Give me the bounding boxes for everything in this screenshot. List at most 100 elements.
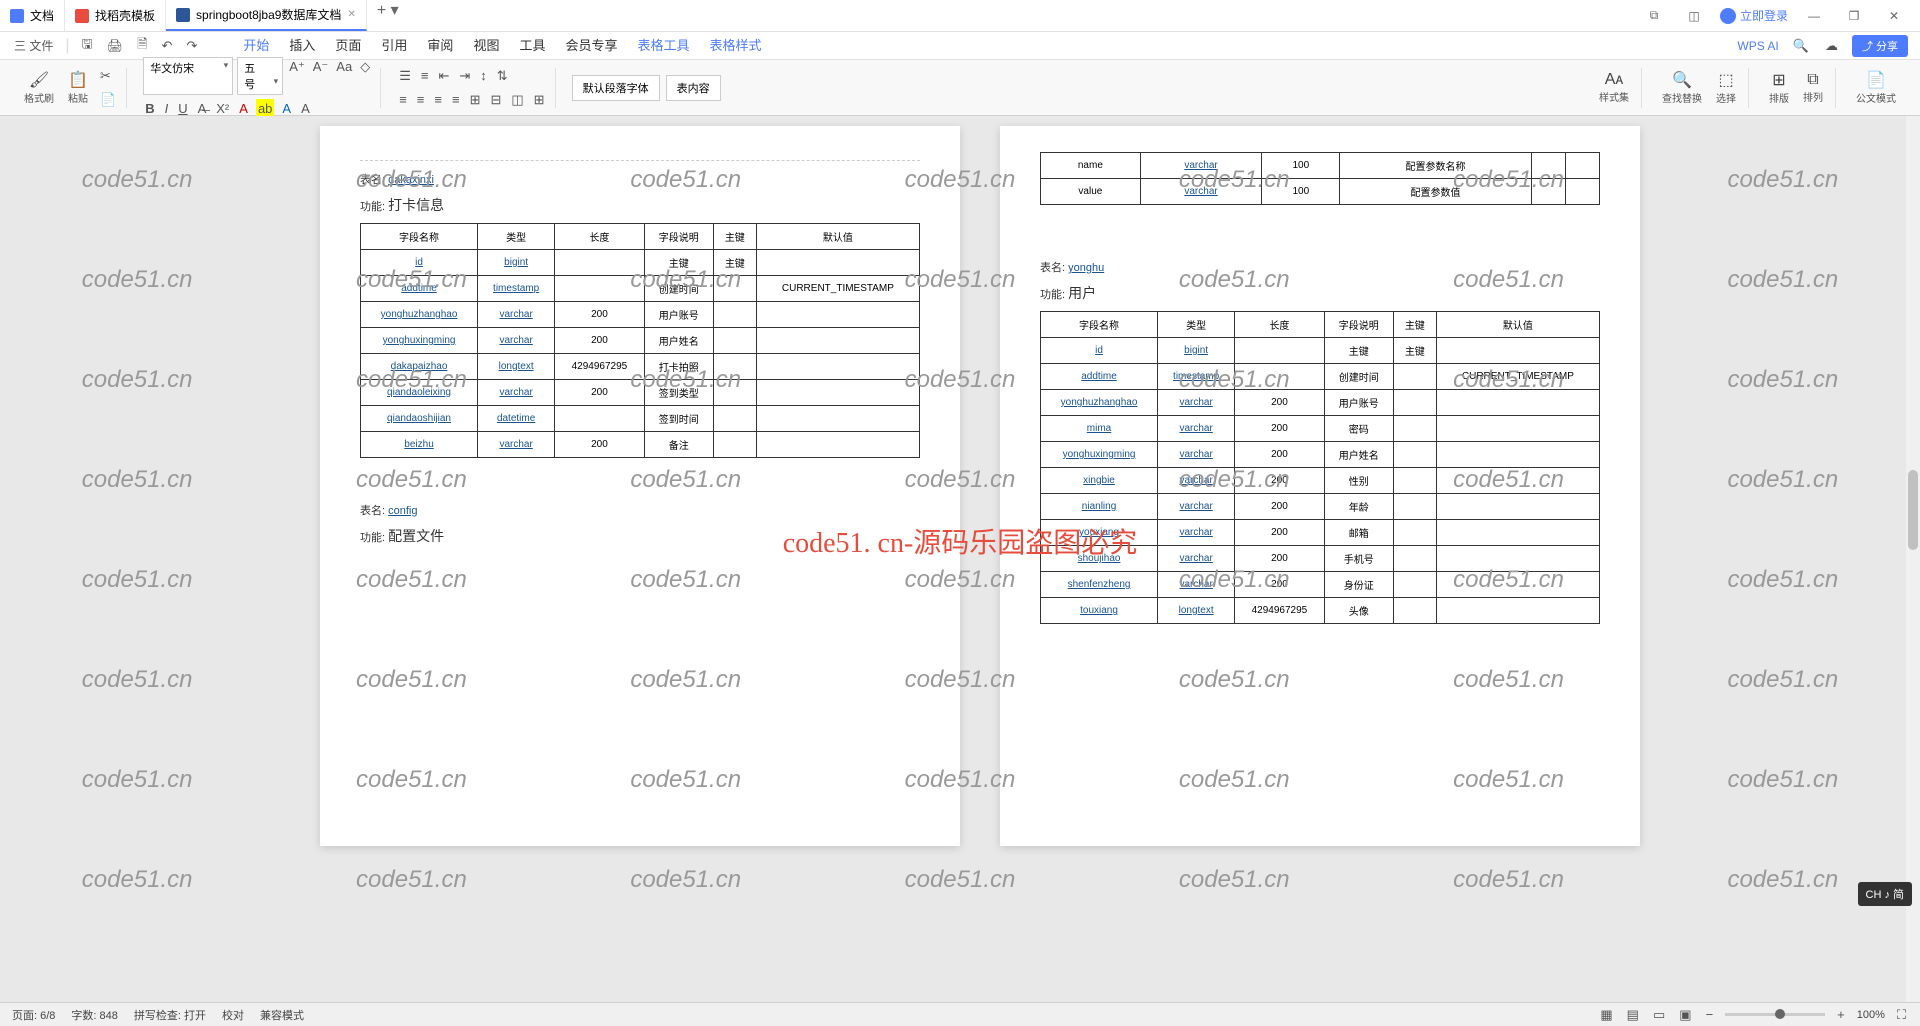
arrange-button[interactable]: ⧉排列 (1799, 69, 1827, 106)
table-cell[interactable]: qiandaoleixing (361, 380, 478, 406)
table-cell[interactable] (756, 328, 919, 354)
table-cell[interactable]: 创建时间 (644, 276, 713, 302)
table-cell[interactable]: varchar (1158, 468, 1235, 494)
table-cell[interactable]: datetime (478, 406, 555, 432)
table-cell[interactable] (1393, 468, 1436, 494)
table-cell[interactable]: 100 (1262, 153, 1340, 179)
table-cell[interactable]: 头像 (1324, 598, 1393, 624)
bullets-icon[interactable]: ☰ (397, 66, 413, 86)
table-cell[interactable]: 200 (1235, 416, 1325, 442)
table-cell[interactable] (756, 250, 919, 276)
table-cell[interactable]: 主键 (713, 250, 756, 276)
table-cell[interactable]: timestamp (478, 276, 555, 302)
justify-icon[interactable]: ≡ (450, 90, 462, 110)
table-cell[interactable] (555, 250, 645, 276)
zoom-value[interactable]: 100% (1857, 1009, 1885, 1021)
table-cell[interactable]: 主键 (1393, 338, 1436, 364)
search-icon[interactable]: 🔍 (1791, 36, 1811, 56)
table-cell[interactable]: yonghuzhanghao (1041, 390, 1158, 416)
table-cell[interactable]: 手机号 (1324, 546, 1393, 572)
table-config-partial[interactable]: namevarchar100配置参数名称valuevarchar100配置参数值 (1040, 152, 1600, 205)
table-cell[interactable] (1235, 338, 1325, 364)
tab-start[interactable]: 开始 (243, 31, 269, 60)
table-cell[interactable]: xingbie (1041, 468, 1158, 494)
style-body[interactable]: 表内容 (666, 75, 721, 101)
table-cell[interactable]: 主键 (644, 250, 713, 276)
table-cell[interactable]: CURRENT_TIMESTAMP (756, 276, 919, 302)
table-row[interactable]: idbigint主键主键 (1041, 338, 1600, 364)
table-row[interactable]: addtimetimestamp 创建时间 CURRENT_TIMESTAMP (361, 276, 920, 302)
align-center-icon[interactable]: ≡ (415, 90, 427, 110)
table-cell[interactable]: 用户账号 (644, 302, 713, 328)
print-preview-icon[interactable]: 🗎 (135, 33, 149, 59)
table-cell[interactable] (756, 406, 919, 432)
table-cell[interactable]: 创建时间 (1324, 364, 1393, 390)
table-cell[interactable]: 用户姓名 (644, 328, 713, 354)
view-print-icon[interactable]: ▦ (1598, 1005, 1614, 1025)
login-button[interactable]: 立即登录 (1720, 7, 1788, 24)
table-cell[interactable] (756, 354, 919, 380)
table-cell[interactable]: addtime (361, 276, 478, 302)
table-cell[interactable] (1436, 338, 1599, 364)
tab-home[interactable]: 文档 (0, 0, 65, 31)
linespacing-icon[interactable]: ↕ (478, 66, 489, 86)
cut-icon[interactable]: ✂ (98, 66, 118, 86)
table-cell[interactable] (1235, 364, 1325, 390)
table-row[interactable]: qiandaoshijiandatetime签到时间 (361, 406, 920, 432)
grow-font-icon[interactable]: A⁺ (287, 57, 307, 95)
table-cell[interactable]: bigint (1158, 338, 1235, 364)
table-cell[interactable]: dakapaizhao (361, 354, 478, 380)
table-cell[interactable] (1436, 520, 1599, 546)
table-cell[interactable] (713, 302, 756, 328)
save-icon[interactable]: 🖫 (80, 33, 95, 59)
zoom-in-icon[interactable]: + (1835, 1005, 1847, 1024)
ime-indicator[interactable]: CH ♪ 简 (1858, 882, 1913, 906)
redo-icon[interactable]: ↷ (184, 36, 199, 56)
table-cell[interactable]: bigint (478, 250, 555, 276)
table-row[interactable]: beizhuvarchar200备注 (361, 432, 920, 458)
table-cell[interactable] (1436, 468, 1599, 494)
close-button[interactable]: ✕ (1880, 2, 1908, 30)
table-cell[interactable]: 200 (1235, 520, 1325, 546)
table-cell[interactable] (1436, 546, 1599, 572)
table-cell[interactable]: varchar (478, 380, 555, 406)
tab-member[interactable]: 会员专享 (565, 31, 617, 60)
outdent-icon[interactable]: ⇤ (436, 66, 451, 86)
copy-icon[interactable]: 📄 (98, 90, 118, 110)
table-cell[interactable]: mima (1041, 416, 1158, 442)
table-cell[interactable]: 200 (555, 432, 645, 458)
table-cell[interactable]: beizhu (361, 432, 478, 458)
table-cell[interactable]: 用户姓名 (1324, 442, 1393, 468)
align-right-icon[interactable]: ≡ (432, 90, 444, 110)
cloud-icon[interactable]: ☁ (1823, 36, 1840, 56)
select-button[interactable]: ⬚选择 (1712, 68, 1740, 107)
table-cell[interactable]: varchar (1158, 494, 1235, 520)
table-cell[interactable]: varchar (478, 432, 555, 458)
border-icon[interactable]: ⊞ (532, 90, 547, 110)
status-page[interactable]: 页面: 6/8 (12, 1007, 55, 1023)
table-row[interactable]: idbigint主键主键 (361, 250, 920, 276)
table-cell[interactable]: varchar (478, 328, 555, 354)
table-cell[interactable] (1393, 494, 1436, 520)
table-cell[interactable]: yonghuxingming (1041, 442, 1158, 468)
find-replace-button[interactable]: 🔍查找替换 (1658, 68, 1706, 107)
font-size-combo[interactable]: 五号 (237, 57, 283, 95)
table-cell[interactable]: 签到时间 (644, 406, 713, 432)
table-cell[interactable]: 4294967295 (555, 354, 645, 380)
numbering-icon[interactable]: ≡ (419, 66, 431, 86)
table-cell[interactable] (756, 380, 919, 406)
table-cell[interactable] (713, 432, 756, 458)
status-words[interactable]: 字数: 848 (71, 1007, 117, 1023)
table-cell[interactable]: id (1041, 338, 1158, 364)
table-cell[interactable]: touxiang (1041, 598, 1158, 624)
table-cell[interactable]: 200 (1235, 572, 1325, 598)
table-row[interactable]: touxianglongtext4294967295头像 (1041, 598, 1600, 624)
table-cell[interactable]: varchar (1158, 520, 1235, 546)
table-cell[interactable] (1393, 442, 1436, 468)
table-cell[interactable]: 4294967295 (1235, 598, 1325, 624)
table-cell[interactable] (713, 354, 756, 380)
table-cell[interactable]: 配置参数名称 (1340, 153, 1532, 179)
table-cell[interactable]: timestamp (1158, 364, 1235, 390)
table-cell[interactable]: longtext (478, 354, 555, 380)
table-cell[interactable] (555, 276, 645, 302)
